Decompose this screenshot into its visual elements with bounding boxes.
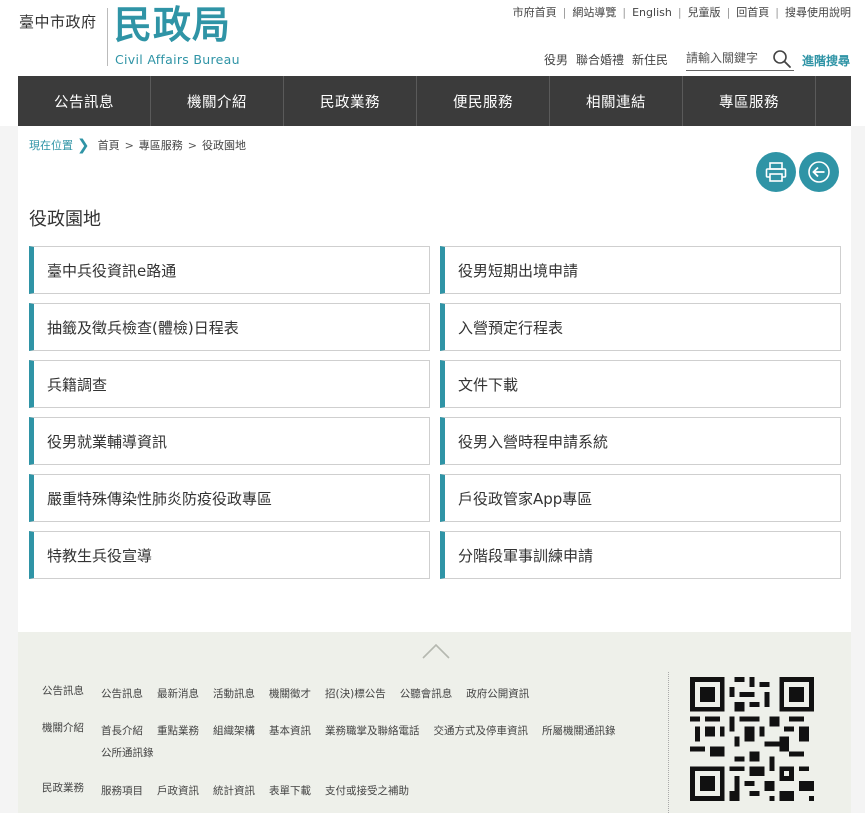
card-link-right-6[interactable]: 分階段軍事訓練申請 xyxy=(440,531,841,579)
footer-link[interactable]: 公聽會訊息 xyxy=(400,683,453,705)
card-link-left-3[interactable]: 兵籍調查 xyxy=(29,360,430,408)
top-link-city-home[interactable]: 市府首頁 xyxy=(513,4,557,20)
nav-item-announcements[interactable]: 公告訊息 xyxy=(18,76,151,126)
card-link-right-1[interactable]: 役男短期出境申請 xyxy=(440,246,841,294)
footer-link[interactable]: 活動訊息 xyxy=(213,683,255,705)
footer-row-heading[interactable]: 公告訊息 xyxy=(42,683,101,705)
top-utility-links: 市府首頁 | 網站導覽 | English | 兒童版 | 回首頁 | 搜尋使用… xyxy=(513,4,851,20)
breadcrumb-label: 現在位置 xyxy=(29,139,73,152)
separator: | xyxy=(677,5,682,19)
breadcrumb: 現在位置 ❯ 首頁 > 專區服務 > 役政園地 xyxy=(29,137,246,153)
top-link-kids[interactable]: 兒童版 xyxy=(688,4,721,20)
site-header: 臺中市政府 民政局 Civil Affairs Bureau 市府首頁 | 網站… xyxy=(0,0,865,76)
quick-link-conscripts[interactable]: 役男 xyxy=(544,51,568,68)
footer-link[interactable]: 機關徵才 xyxy=(269,683,311,705)
logo-divider xyxy=(107,8,108,66)
footer-divider xyxy=(668,672,669,813)
breadcrumb-separator: > xyxy=(124,138,134,152)
breadcrumb-separator: > xyxy=(187,138,198,152)
footer-link[interactable]: 交通方式及停車資訊 xyxy=(434,720,529,742)
separator: | xyxy=(775,5,779,19)
print-icon xyxy=(765,162,787,182)
quick-links: 役男 聯合婚禮 新住民 xyxy=(544,51,668,68)
search-icon[interactable] xyxy=(772,49,792,69)
site-logo-title[interactable]: 民政局 xyxy=(114,2,231,48)
card-link-left-5[interactable]: 嚴重特殊傳染性肺炎防疫役政專區 xyxy=(29,474,430,522)
top-link-english[interactable]: English xyxy=(632,6,672,19)
top-link-search-help[interactable]: 搜尋使用說明 xyxy=(785,4,851,20)
breadcrumb-current[interactable]: 役政園地 xyxy=(202,137,246,153)
main-navigation: 公告訊息 機關介紹 民政業務 便民服務 相關連結 專區服務 xyxy=(18,76,851,126)
card-link-right-5[interactable]: 戶役政管家App專區 xyxy=(440,474,841,522)
page-title: 役政園地 xyxy=(29,209,101,230)
card-link-right-3[interactable]: 文件下載 xyxy=(440,360,841,408)
footer-link-list: 服務項目 戶政資訊 統計資訊 表單下載 支付或接受之補助 xyxy=(101,780,641,802)
footer-link[interactable]: 重點業務 xyxy=(157,720,199,742)
separator: | xyxy=(622,5,627,19)
search-box xyxy=(686,47,794,71)
qr-code-icon[interactable] xyxy=(690,677,814,801)
advanced-search-link[interactable]: 進階搜尋 xyxy=(802,52,850,69)
footer-link-list: 首長介紹 重點業務 組織架構 基本資訊 業務職掌及聯絡電話 交通方式及停車資訊 … xyxy=(101,720,641,764)
footer-link[interactable]: 統計資訊 xyxy=(213,780,255,802)
site-footer: 公告訊息 公告訊息 最新消息 活動訊息 機關徵才 招(決)標公告 公聽會訊息 政… xyxy=(18,632,851,813)
footer-link[interactable]: 所屬機關通訊錄 xyxy=(542,720,616,742)
search-input[interactable] xyxy=(686,47,768,69)
footer-link[interactable]: 表單下載 xyxy=(269,780,311,802)
footer-link[interactable]: 基本資訊 xyxy=(269,720,311,742)
card-link-left-2[interactable]: 抽籤及徵兵檢查(體檢)日程表 xyxy=(29,303,430,351)
top-link-home[interactable]: 回首頁 xyxy=(736,4,769,20)
footer-link[interactable]: 公所通訊錄 xyxy=(101,742,154,764)
card-link-right-4[interactable]: 役男入營時程申請系統 xyxy=(440,417,841,465)
card-link-left-6[interactable]: 特教生兵役宣導 xyxy=(29,531,430,579)
footer-row-heading[interactable]: 機關介紹 xyxy=(42,720,101,764)
card-link-left-4[interactable]: 役男就業輔導資訊 xyxy=(29,417,430,465)
footer-sitemap-row: 民政業務 服務項目 戶政資訊 統計資訊 表單下載 支付或接受之補助 xyxy=(42,780,641,802)
nav-item-related-links[interactable]: 相關連結 xyxy=(550,76,683,126)
nav-item-special-zones[interactable]: 專區服務 xyxy=(683,76,816,126)
site-logo-subtitle: Civil Affairs Bureau xyxy=(115,52,240,67)
quick-link-group-wedding[interactable]: 聯合婚禮 xyxy=(576,51,624,68)
back-arrow-icon xyxy=(808,161,830,183)
chevron-right-icon: ❯ xyxy=(77,135,90,154)
footer-sitemap-row: 機關介紹 首長介紹 重點業務 組織架構 基本資訊 業務職掌及聯絡電話 交通方式及… xyxy=(42,720,641,764)
footer-row-heading[interactable]: 民政業務 xyxy=(42,780,101,802)
nav-item-services[interactable]: 便民服務 xyxy=(417,76,550,126)
breadcrumb-special-zones[interactable]: 專區服務 xyxy=(139,137,183,153)
left-page-margin xyxy=(0,126,18,813)
chevron-up-icon[interactable] xyxy=(421,642,451,660)
separator: | xyxy=(562,5,567,19)
footer-link[interactable]: 最新消息 xyxy=(157,683,199,705)
nav-item-civil-affairs[interactable]: 民政業務 xyxy=(284,76,417,126)
footer-link[interactable]: 業務職掌及聯絡電話 xyxy=(325,720,420,742)
footer-link[interactable]: 戶政資訊 xyxy=(157,780,199,802)
top-link-sitemap[interactable]: 網站導覽 xyxy=(572,4,616,20)
footer-link[interactable]: 服務項目 xyxy=(101,780,143,802)
print-button[interactable] xyxy=(756,152,796,192)
card-link-right-2[interactable]: 入營預定行程表 xyxy=(440,303,841,351)
separator: | xyxy=(726,5,731,19)
footer-link[interactable]: 組織架構 xyxy=(213,720,255,742)
footer-link[interactable]: 首長介紹 xyxy=(101,720,143,742)
footer-link[interactable]: 政府公開資訊 xyxy=(466,683,529,705)
breadcrumb-home[interactable]: 首頁 xyxy=(98,137,120,153)
footer-sitemap-row: 公告訊息 公告訊息 最新消息 活動訊息 機關徵才 招(決)標公告 公聽會訊息 政… xyxy=(42,683,641,705)
nav-item-about[interactable]: 機關介紹 xyxy=(151,76,284,126)
footer-link[interactable]: 招(決)標公告 xyxy=(325,683,386,705)
right-page-margin xyxy=(851,126,865,813)
footer-link[interactable]: 支付或接受之補助 xyxy=(325,780,409,802)
card-link-left-1[interactable]: 臺中兵役資訊e路通 xyxy=(29,246,430,294)
footer-link-list: 公告訊息 最新消息 活動訊息 機關徵才 招(決)標公告 公聽會訊息 政府公開資訊 xyxy=(101,683,641,705)
back-button[interactable] xyxy=(799,152,839,192)
quick-link-new-residents[interactable]: 新住民 xyxy=(632,51,668,68)
footer-link[interactable]: 公告訊息 xyxy=(101,683,143,705)
government-name[interactable]: 臺中市政府 xyxy=(19,11,97,32)
